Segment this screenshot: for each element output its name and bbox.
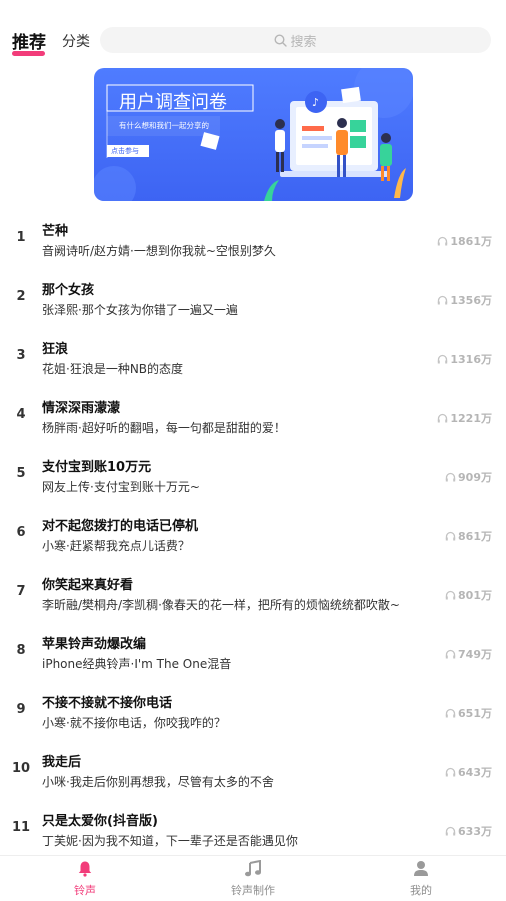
- rank-number: 6: [16, 525, 26, 540]
- play-count-text: 643万: [458, 766, 492, 779]
- song-title: 我走后: [42, 755, 82, 770]
- banner-title: 用户调查问卷: [119, 92, 227, 113]
- song-description: 音阙诗听/赵方婧·一想到你我就~空恨别梦久: [42, 244, 276, 258]
- headphones-icon: [445, 531, 456, 541]
- survey-banner[interactable]: ♪ 用户调查问卷 有什么想和我们一起分享的 点击参与: [94, 68, 413, 201]
- play-count: 651万: [445, 705, 492, 721]
- rank-number: 4: [16, 407, 26, 422]
- headphones-icon: [445, 826, 456, 836]
- song-title: 你笑起来真好看: [42, 578, 134, 593]
- music-note-icon: [245, 859, 261, 877]
- song-description: 小寒·赶紧帮我充点儿话费？: [42, 539, 190, 553]
- list-item[interactable]: 6 对不起您拨打的电话已停机 小寒·赶紧帮我充点儿话费？ 861万: [0, 504, 506, 563]
- play-count-text: 1221万: [450, 412, 492, 425]
- nav-ringtone-make[interactable]: 铃声制作: [208, 859, 298, 898]
- play-count-text: 633万: [458, 825, 492, 838]
- headphones-icon: [445, 472, 456, 482]
- top-header: 推荐 分类 搜索: [0, 0, 506, 62]
- song-title: 支付宝到账10万元: [42, 460, 152, 475]
- play-count-text: 1356万: [450, 294, 492, 307]
- list-item[interactable]: 10 我走后 小咪·我走后你别再想我，尽管有太多的不舍 643万: [0, 740, 506, 799]
- nav-mine-label: 我的: [410, 884, 432, 897]
- song-description: 张泽熙·那个女孩为你错了一遍又一遍: [42, 303, 238, 317]
- tab-recommend[interactable]: 推荐: [12, 28, 46, 53]
- list-item[interactable]: 9 不接不接就不接你电话 小寒·就不接你电话，你咬我咋的？ 651万: [0, 681, 506, 740]
- user-icon: [414, 861, 428, 876]
- headphones-icon: [445, 590, 456, 600]
- song-title: 不接不接就不接你电话: [42, 696, 173, 711]
- rank-number: 10: [11, 761, 31, 776]
- song-title: 对不起您拨打的电话已停机: [42, 519, 199, 534]
- play-count: 1221万: [437, 410, 492, 426]
- song-title: 芒种: [42, 224, 69, 239]
- song-description: 小咪·我走后你别再想我，尽管有太多的不舍: [42, 775, 274, 789]
- headphones-icon: [445, 767, 456, 777]
- headphones-icon: [438, 413, 448, 423]
- nav-make-label: 铃声制作: [231, 884, 275, 897]
- song-description: 李昕融/樊桐舟/李凯稠·像春天的花一样，把所有的烦恼统统都吹散~: [42, 598, 400, 612]
- list-item[interactable]: 11 只是太爱你(抖音版) 丁芙妮·因为我不知道，下一辈子还是否能遇见你 633…: [0, 799, 506, 858]
- play-count-text: 861万: [458, 530, 492, 543]
- play-count: 1356万: [437, 292, 492, 308]
- list-item[interactable]: 8 苹果铃声劲爆改编 iPhone经典铃声·I'm The One混音 749万: [0, 622, 506, 681]
- rank-number: 7: [16, 584, 26, 599]
- play-count-text: 1316万: [450, 353, 492, 366]
- play-count: 749万: [445, 646, 492, 662]
- list-item[interactable]: 5 支付宝到账10万元 网友上传·支付宝到账十万元~ 909万: [0, 445, 506, 504]
- banner-subtitle: 有什么想和我们一起分享的: [119, 121, 209, 130]
- play-count: 861万: [445, 528, 492, 544]
- nav-ringtone-label: 铃声: [74, 884, 96, 897]
- rank-number: 11: [11, 820, 31, 835]
- list-item[interactable]: 1 芒种 音阙诗听/赵方婧·一想到你我就~空恨别梦久 1861万: [0, 209, 506, 268]
- search-placeholder: 搜索: [290, 34, 317, 50]
- list-item[interactable]: 4 情深深雨濛濛 杨胖雨·超好听的翻唱，每一句都是甜甜的爱！ 1221万: [0, 386, 506, 445]
- tab-active-indicator: [12, 51, 45, 56]
- rank-number: 2: [16, 289, 26, 304]
- list-item[interactable]: 2 那个女孩 张泽熙·那个女孩为你错了一遍又一遍 1356万: [0, 268, 506, 327]
- list-item[interactable]: 7 你笑起来真好看 李昕融/樊桐舟/李凯稠·像春天的花一样，把所有的烦恼统统都吹…: [0, 563, 506, 622]
- song-description: 花姐·狂浪是一种NB的态度: [42, 362, 184, 376]
- play-count-text: 1861万: [450, 235, 492, 248]
- headphones-icon: [445, 649, 456, 659]
- play-count: 1316万: [437, 351, 492, 367]
- song-description: 网友上传·支付宝到账十万元~: [42, 480, 200, 494]
- nav-ringtone[interactable]: 铃声: [40, 860, 130, 898]
- list-item[interactable]: 3 狂浪 花姐·狂浪是一种NB的态度 1316万: [0, 327, 506, 386]
- play-count-text: 749万: [458, 648, 492, 661]
- rank-number: 8: [16, 643, 26, 658]
- search-input[interactable]: 搜索: [100, 27, 491, 53]
- tab-category[interactable]: 分类: [62, 31, 90, 51]
- bottom-nav: 铃声 铃声制作 我的: [0, 855, 506, 901]
- headphones-icon: [438, 354, 448, 364]
- song-description: 丁芙妮·因为我不知道，下一辈子还是否能遇见你: [42, 834, 298, 848]
- song-title: 苹果铃声劲爆改编: [42, 637, 147, 652]
- headphones-icon: [438, 295, 448, 305]
- play-count-text: 651万: [458, 707, 492, 720]
- bell-icon: [78, 861, 92, 877]
- rank-number: 5: [16, 466, 26, 481]
- headphones-icon: [438, 236, 448, 246]
- play-count: 1861万: [437, 233, 492, 249]
- song-title: 情深深雨濛濛: [42, 401, 121, 416]
- svg-text:♪: ♪: [312, 96, 319, 109]
- nav-mine[interactable]: 我的: [376, 860, 466, 898]
- song-description: 杨胖雨·超好听的翻唱，每一句都是甜甜的爱！: [42, 421, 286, 435]
- play-count: 643万: [445, 764, 492, 780]
- song-description: iPhone经典铃声·I'm The One混音: [42, 657, 232, 671]
- song-title: 那个女孩: [42, 283, 95, 298]
- song-title: 狂浪: [42, 342, 69, 357]
- banner-button[interactable]: 点击参与: [111, 146, 139, 156]
- rank-number: 9: [16, 702, 26, 717]
- play-count-text: 801万: [458, 589, 492, 602]
- play-count-text: 909万: [458, 471, 492, 484]
- headphones-icon: [445, 708, 456, 718]
- song-description: 小寒·就不接你电话，你咬我咋的？: [42, 716, 226, 730]
- rank-number: 1: [16, 230, 26, 245]
- play-count: 633万: [445, 823, 492, 839]
- play-count: 801万: [445, 587, 492, 603]
- song-title: 只是太爱你(抖音版): [42, 814, 158, 829]
- rank-number: 3: [16, 348, 26, 363]
- search-icon: [274, 33, 288, 47]
- play-count: 909万: [445, 469, 492, 485]
